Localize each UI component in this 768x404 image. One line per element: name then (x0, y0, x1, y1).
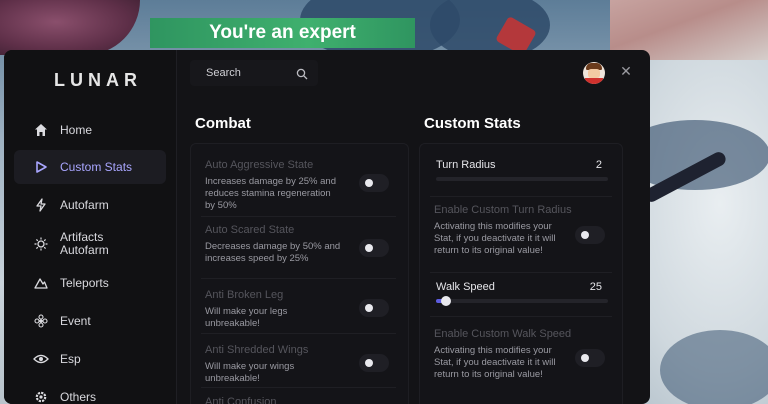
sidebar-item-home[interactable]: Home (14, 113, 166, 147)
divider (430, 316, 612, 317)
sidebar-item-label: Event (60, 313, 91, 328)
avatar[interactable] (583, 62, 605, 84)
combat-section: Auto Aggressive State Increases damage b… (190, 143, 409, 404)
option-title: Auto Scared State (205, 224, 295, 236)
option-description: Will make your legs unbreakable! (205, 306, 288, 329)
option-anti-confusion: Anti Confusion (205, 396, 395, 404)
eye-icon (32, 350, 50, 368)
sidebar-item-label: Home (60, 122, 93, 137)
flower-icon (32, 312, 50, 330)
sidebar-item-label: Others (60, 389, 97, 404)
sidebar-item-event[interactable]: Event (14, 304, 166, 338)
option-description: Decreases damage by 50% and increases sp… (205, 241, 341, 264)
bolt-icon (32, 196, 50, 214)
auto-scared-toggle[interactable] (359, 239, 389, 257)
walk-speed-value: 25 (589, 281, 602, 293)
home-icon (32, 121, 50, 139)
walk-speed-label: Walk Speed (436, 281, 495, 293)
search-box[interactable]: Search (190, 60, 318, 86)
sidebar-item-label: Autofarm (60, 197, 109, 212)
close-icon[interactable]: ✕ (619, 64, 633, 78)
divider (201, 333, 396, 334)
play-icon (32, 158, 50, 176)
sidebar-item-esp[interactable]: Esp (14, 342, 166, 376)
sidebar-item-label: Teleports (60, 275, 109, 290)
divider (430, 272, 612, 273)
sidebar-item-artifacts-autofarm[interactable]: Artifacts Autofarm (14, 227, 166, 261)
divider (430, 196, 612, 197)
option-title: Enable Custom Walk Speed (434, 328, 572, 340)
anti-broken-leg-toggle[interactable] (359, 299, 389, 317)
sidebar: LUNAR Home Custom Stats Autofarm Artifac… (4, 50, 177, 404)
option-description: Will make your wings unbreakable! (205, 361, 295, 384)
option-title: Auto Aggressive State (205, 159, 314, 171)
sidebar-item-label: Custom Stats (60, 159, 133, 174)
sidebar-item-custom-stats[interactable]: Custom Stats (14, 150, 166, 184)
turn-radius-slider[interactable] (436, 177, 608, 181)
sun-icon (32, 235, 50, 253)
option-description: Increases damage by 25% and reduces stam… (205, 176, 336, 211)
turn-radius-label: Turn Radius (436, 159, 496, 171)
combat-title: Combat (195, 115, 251, 132)
divider (201, 278, 396, 279)
custom-stats-section: Turn Radius 2 Enable Custom Turn Radius … (419, 143, 623, 404)
walk-speed-thumb[interactable] (441, 296, 452, 306)
sidebar-item-label-line2: Autofarm (60, 243, 109, 257)
enable-walk-speed-toggle[interactable] (575, 349, 605, 367)
turn-radius-value: 2 (595, 159, 602, 171)
anti-shredded-wings-toggle[interactable] (359, 354, 389, 372)
option-description: Activating this modifies your Stat, if y… (434, 221, 556, 256)
teleport-icon (32, 274, 50, 292)
main-content: Search ✕ Combat Custom Stats Auto Aggres… (177, 50, 650, 404)
sidebar-item-autofarm[interactable]: Autofarm (14, 188, 166, 222)
custom-stats-title: Custom Stats (424, 115, 521, 132)
sidebar-item-others[interactable]: Others (14, 380, 166, 404)
app-logo: LUNAR (54, 70, 142, 90)
achievement-banner: You're an expert (150, 18, 415, 48)
lunar-panel: LUNAR Home Custom Stats Autofarm Artifac… (4, 50, 650, 404)
option-description: Activating this modifies your Stat, if y… (434, 345, 556, 380)
walk-speed-slider[interactable] (436, 296, 608, 306)
search-input[interactable]: Search (206, 67, 296, 79)
gear-icon (32, 388, 50, 404)
sidebar-item-label: Esp (60, 351, 81, 366)
divider (201, 216, 396, 217)
option-title: Anti Confusion (205, 396, 277, 404)
enable-turn-radius-toggle[interactable] (575, 226, 605, 244)
divider (201, 387, 396, 388)
sidebar-item-teleports[interactable]: Teleports (14, 266, 166, 300)
auto-aggressive-toggle[interactable] (359, 174, 389, 192)
search-icon[interactable] (296, 67, 308, 80)
option-title: Enable Custom Turn Radius (434, 204, 572, 216)
